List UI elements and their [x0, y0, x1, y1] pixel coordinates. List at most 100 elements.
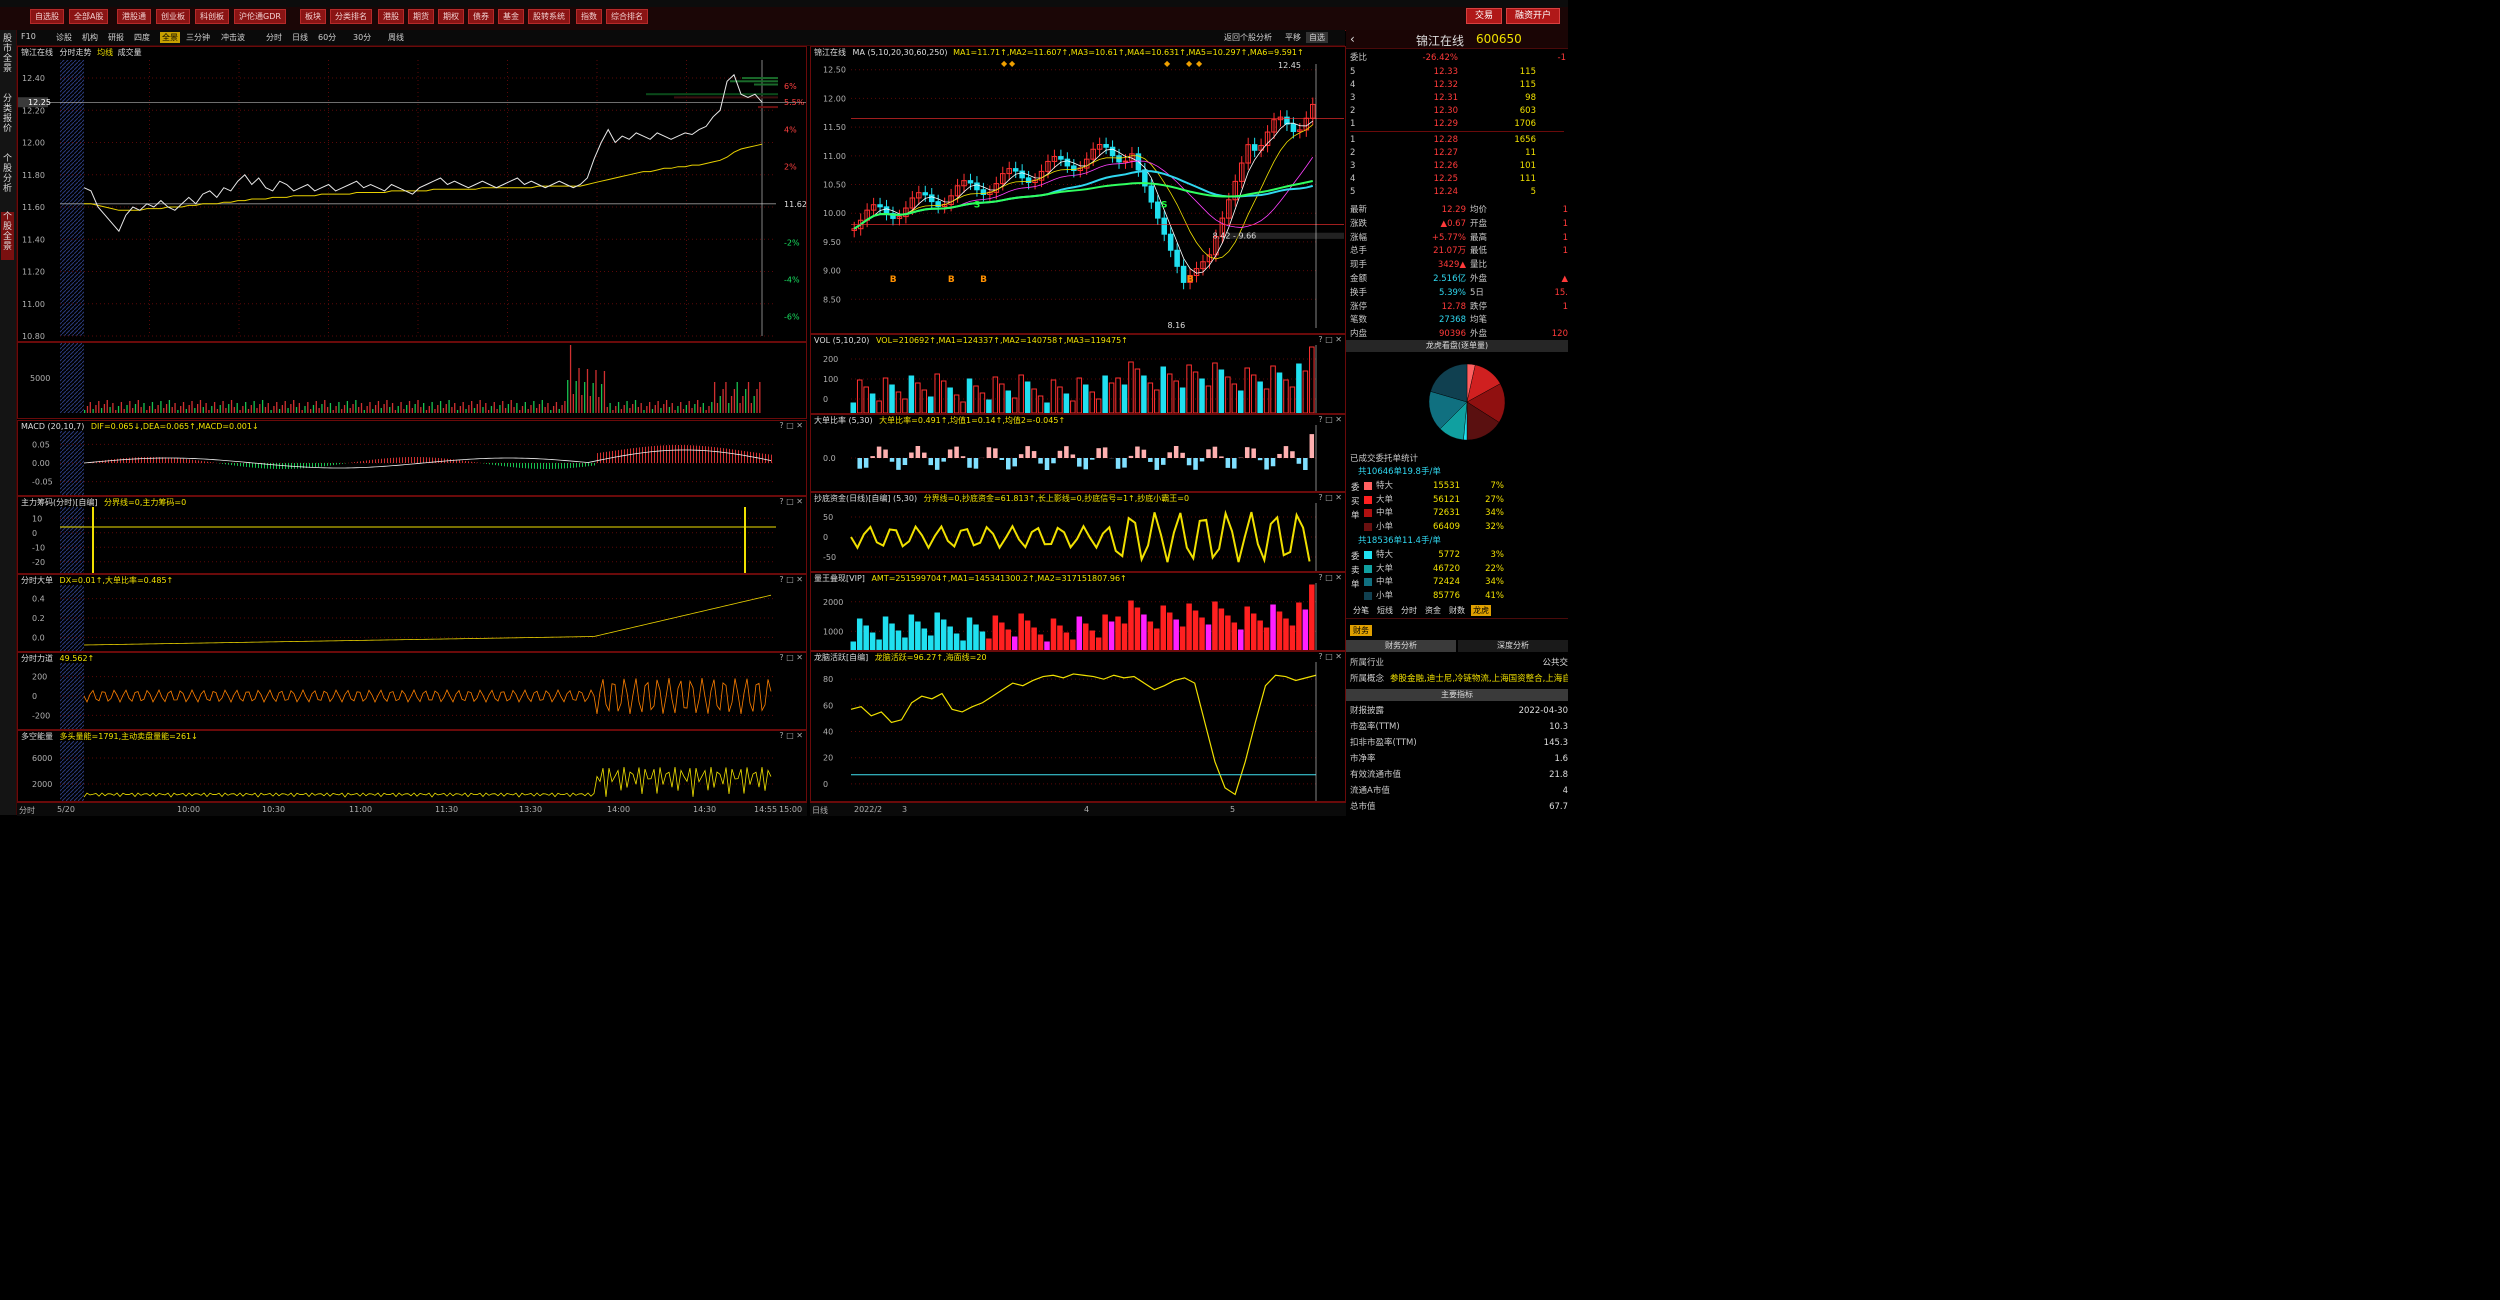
indicator-name[interactable]: 分时大单 — [21, 576, 53, 585]
pan-button[interactable]: 平移 — [1285, 32, 1301, 43]
quote-tab[interactable]: 分笔 — [1351, 605, 1371, 616]
kline-candlestick-chart[interactable]: 12.50 12.00 11.50 11.00 10.50 10.00 9.50 9.00 8.… — [811, 58, 1345, 333]
trade-button[interactable]: 交易 — [1466, 8, 1503, 24]
indicator-name[interactable]: 分时力道 — [21, 654, 53, 663]
indicator-tick: 200 — [823, 355, 838, 364]
back-icon[interactable]: ‹ — [1350, 32, 1355, 46]
top-menu-item[interactable]: 债券 — [468, 9, 494, 24]
deep-analysis-tab[interactable]: 深度分析 — [1458, 640, 1568, 652]
top-menu-item[interactable]: 指数 — [576, 9, 602, 24]
panel-close-icon[interactable]: ? □ ✕ — [779, 653, 803, 662]
toolbar-item[interactable]: 四度 — [134, 32, 150, 43]
panel-close-icon[interactable]: ? □ ✕ — [1318, 415, 1342, 424]
toolbar-item[interactable]: 60分 — [318, 32, 336, 43]
back-to-analysis-link[interactable]: 返回个股分析 — [1224, 32, 1272, 43]
order-volume: 72424 — [1432, 577, 1460, 587]
bar — [928, 396, 934, 413]
top-menu-item[interactable]: 期货 — [408, 9, 434, 24]
quote-tab[interactable]: 分时 — [1399, 605, 1419, 616]
top-menu-item[interactable]: 板块 — [300, 9, 326, 24]
toolbar-item[interactable]: 冲击波 — [221, 32, 245, 43]
price-tick: 11.00 — [823, 152, 846, 161]
indicator-name[interactable]: 大单比率 — [814, 416, 846, 425]
quote-tab[interactable]: 财数 — [1447, 605, 1467, 616]
quote-tab[interactable]: 龙虎 — [1471, 605, 1491, 616]
panel-close-icon[interactable]: ? □ ✕ — [1318, 335, 1342, 344]
tab-market-overview[interactable]: 股市全景 — [1, 34, 14, 74]
top-menu-item[interactable]: 全部A股 — [69, 9, 109, 24]
volume-bar — [705, 410, 707, 413]
toolbar-item[interactable]: 机构 — [82, 32, 98, 43]
quote-tab[interactable]: 资金 — [1423, 605, 1443, 616]
panel-close-icon[interactable]: ? □ ✕ — [1318, 652, 1342, 661]
toolbar-item[interactable]: 日线 — [292, 32, 308, 43]
panel-close-icon[interactable]: ? □ ✕ — [779, 731, 803, 740]
tab-stock-analysis[interactable]: 个股分析 — [1, 154, 14, 194]
bar — [876, 446, 882, 458]
top-menu-item[interactable]: 港股 — [378, 9, 404, 24]
indicator-name[interactable]: 主力筹码(分时)[自编] — [21, 498, 97, 507]
top-menu-item[interactable]: 科创板 — [195, 9, 229, 24]
bar — [999, 458, 1005, 460]
candle — [928, 194, 935, 203]
macd-bar — [576, 463, 577, 468]
indicator-name[interactable]: 多空能量 — [21, 732, 53, 741]
toolbar-item[interactable]: 诊股 — [56, 32, 72, 43]
volume-bar — [355, 400, 357, 413]
indicator-name[interactable]: VOL — [814, 336, 830, 345]
toolbar-item[interactable]: 分时 — [266, 32, 282, 43]
toolbar-item[interactable]: 周线 — [388, 32, 404, 43]
top-menu-item[interactable]: 沪伦通GDR — [234, 9, 286, 24]
margin-account-button[interactable]: 融资开户 — [1506, 8, 1561, 24]
volume-bar — [95, 405, 97, 413]
finance-analysis-tab[interactable]: 财务分析 — [1346, 640, 1456, 652]
volume-bar — [103, 404, 106, 413]
bar — [960, 401, 966, 413]
volume-bar — [213, 402, 216, 413]
toolbar-item[interactable]: F10 — [21, 32, 36, 41]
intraday-volume-chart[interactable]: 5000 — [18, 343, 806, 418]
top-menu-item[interactable]: 港股通 — [117, 9, 151, 24]
time-tick: 14:30 — [693, 805, 717, 814]
tab-category-quotes[interactable]: 分类报价 — [1, 94, 14, 134]
top-menu-item[interactable]: 基金 — [498, 9, 524, 24]
quote-tab[interactable]: 短线 — [1375, 605, 1395, 616]
top-menu-item[interactable]: 分类排名 — [330, 9, 372, 24]
finance-tab[interactable]: 财务 — [1350, 625, 1372, 636]
stat-label: 涨跌 — [1350, 218, 1368, 229]
indicator-tick: 100 — [823, 375, 838, 384]
bar — [1121, 623, 1128, 650]
bar — [1263, 627, 1270, 650]
macd-bar — [681, 445, 682, 463]
top-menu-item[interactable]: 综合排名 — [606, 9, 648, 24]
right-toolbar: 返回个股分析 平移 自选 — [810, 30, 1345, 46]
finance-label: 市净率 — [1350, 754, 1376, 764]
indicator-name[interactable]: 抄底资金(日线)[自编] — [814, 494, 890, 503]
signal-marker: B — [890, 275, 897, 285]
watchlist-select[interactable]: 自选 — [1306, 32, 1328, 43]
tab-stock-panorama[interactable]: 个股全景 — [1, 212, 14, 260]
stat-label: 最新 — [1350, 205, 1368, 215]
panel-close-icon[interactable]: ? □ ✕ — [779, 421, 803, 430]
indicator-name[interactable]: 量王叠现[VIP] — [814, 574, 865, 583]
toolbar-item[interactable]: 全景 — [160, 32, 180, 43]
toolbar-item[interactable]: 三分钟 — [186, 32, 210, 43]
volume-bar — [352, 404, 354, 413]
panel-close-icon[interactable]: ? □ ✕ — [1318, 573, 1342, 582]
bar — [1018, 613, 1024, 650]
panel-close-icon[interactable]: ? □ ✕ — [1318, 493, 1342, 502]
volume-bar — [197, 404, 199, 413]
top-menu-item[interactable]: 期权 — [438, 9, 464, 24]
indicator-name[interactable]: 龙脑活跃[自编] — [814, 653, 868, 662]
top-menu-item[interactable]: 创业板 — [156, 9, 190, 24]
volume-bar — [386, 400, 388, 413]
toolbar-item[interactable]: 研报 — [108, 32, 124, 43]
top-menu-item[interactable]: 自选股 — [30, 9, 64, 24]
toolbar-item[interactable]: 30分 — [353, 32, 371, 43]
top-menu-item[interactable]: 股转系统 — [528, 9, 570, 24]
panel-close-icon[interactable]: ? □ ✕ — [779, 497, 803, 506]
bar — [1031, 388, 1037, 413]
panel-close-icon[interactable]: ? □ ✕ — [779, 575, 803, 584]
indicator-name[interactable]: MACD — [21, 422, 45, 431]
intraday-price-chart[interactable]: 12.40 12.20 12.00 11.80 11.60 11.40 11.20 11.00… — [18, 58, 808, 341]
